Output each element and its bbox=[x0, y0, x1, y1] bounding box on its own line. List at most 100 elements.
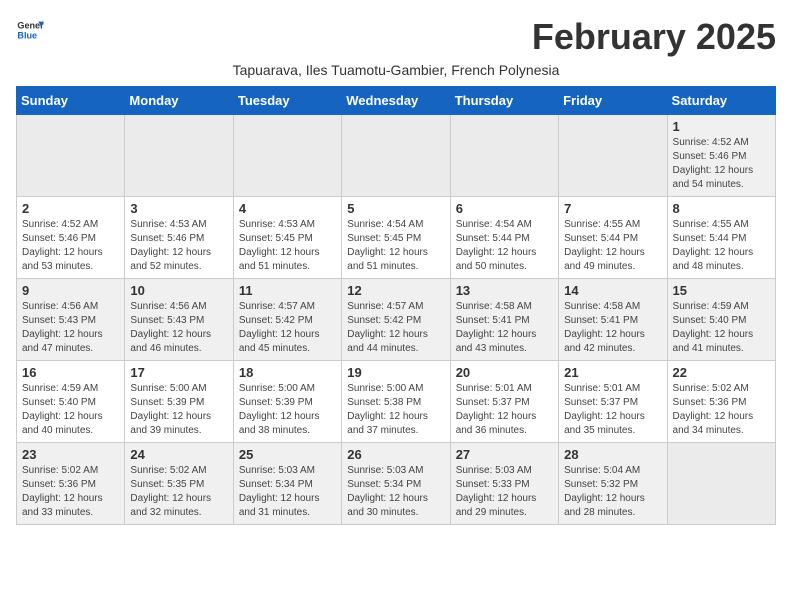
calendar-cell bbox=[17, 115, 125, 197]
calendar-cell: 16Sunrise: 4:59 AMSunset: 5:40 PMDayligh… bbox=[17, 361, 125, 443]
day-number: 6 bbox=[456, 201, 553, 216]
day-info: Sunrise: 4:52 AMSunset: 5:46 PMDaylight:… bbox=[22, 218, 119, 274]
calendar-cell: 3 Sunrise: 4:53 AMSunset: 5:46 PMDaylight… bbox=[125, 197, 233, 279]
calendar-cell: 25 Sunrise: 5:03 AMSunset: 5:34 PMDayligh… bbox=[233, 443, 341, 525]
day-info: Sunrise: 4:53 AMSunset: 5:45 PMDaylight:… bbox=[239, 218, 336, 274]
day-number: 16 bbox=[22, 365, 119, 380]
calendar-cell bbox=[125, 115, 233, 197]
day-number: 27 bbox=[456, 447, 553, 462]
day-info: Sunrise: 5:02 AMSunset: 5:36 PMDaylight:… bbox=[673, 382, 770, 438]
calendar-cell: 20 Sunrise: 5:01 AMSunset: 5:37 PMDayligh… bbox=[450, 361, 558, 443]
calendar-cell: 26 Sunrise: 5:03 AMSunset: 5:34 PMDayligh… bbox=[342, 443, 450, 525]
calendar-cell: 22 Sunrise: 5:02 AMSunset: 5:36 PMDayligh… bbox=[667, 361, 775, 443]
day-info: Sunrise: 5:02 AMSunset: 5:36 PMDaylight:… bbox=[22, 464, 119, 520]
day-info: Sunrise: 4:58 AMSunset: 5:41 PMDaylight:… bbox=[564, 300, 661, 356]
calendar-cell: 1 Sunrise: 4:52 AMSunset: 5:46 PMDaylight… bbox=[667, 115, 775, 197]
calendar-cell: 24 Sunrise: 5:02 AMSunset: 5:35 PMDayligh… bbox=[125, 443, 233, 525]
day-number: 20 bbox=[456, 365, 553, 380]
day-number: 15 bbox=[673, 283, 770, 298]
col-sunday: Sunday bbox=[17, 87, 125, 115]
day-number: 22 bbox=[673, 365, 770, 380]
month-title: February 2025 bbox=[532, 16, 776, 58]
calendar-cell: 10 Sunrise: 4:56 AMSunset: 5:43 PMDayligh… bbox=[125, 279, 233, 361]
calendar-cell bbox=[342, 115, 450, 197]
col-monday: Monday bbox=[125, 87, 233, 115]
col-friday: Friday bbox=[559, 87, 667, 115]
calendar-cell: 12 Sunrise: 4:57 AMSunset: 5:42 PMDayligh… bbox=[342, 279, 450, 361]
day-info: Sunrise: 4:58 AMSunset: 5:41 PMDaylight:… bbox=[456, 300, 553, 356]
day-number: 2 bbox=[22, 201, 119, 216]
calendar-cell: 7 Sunrise: 4:55 AMSunset: 5:44 PMDaylight… bbox=[559, 197, 667, 279]
day-info: Sunrise: 4:54 AMSunset: 5:45 PMDaylight:… bbox=[347, 218, 444, 274]
day-number: 17 bbox=[130, 365, 227, 380]
day-number: 4 bbox=[239, 201, 336, 216]
day-number: 12 bbox=[347, 283, 444, 298]
day-info: Sunrise: 4:55 AMSunset: 5:44 PMDaylight:… bbox=[673, 218, 770, 274]
calendar: Sunday Monday Tuesday Wednesday Thursday… bbox=[16, 86, 776, 525]
day-info: Sunrise: 5:00 AMSunset: 5:38 PMDaylight:… bbox=[347, 382, 444, 438]
day-info: Sunrise: 5:03 AMSunset: 5:34 PMDaylight:… bbox=[239, 464, 336, 520]
calendar-week-row: 9 Sunrise: 4:56 AMSunset: 5:43 PMDaylight… bbox=[17, 279, 776, 361]
subtitle: Tapuarava, Iles Tuamotu-Gambier, French … bbox=[16, 62, 776, 78]
calendar-cell: 21 Sunrise: 5:01 AMSunset: 5:37 PMDayligh… bbox=[559, 361, 667, 443]
svg-text:Blue: Blue bbox=[17, 30, 37, 40]
day-number: 9 bbox=[22, 283, 119, 298]
day-number: 13 bbox=[456, 283, 553, 298]
day-number: 3 bbox=[130, 201, 227, 216]
calendar-cell bbox=[450, 115, 558, 197]
calendar-cell: 4 Sunrise: 4:53 AMSunset: 5:45 PMDaylight… bbox=[233, 197, 341, 279]
col-saturday: Saturday bbox=[667, 87, 775, 115]
calendar-cell: 18Sunrise: 5:00 AMSunset: 5:39 PMDayligh… bbox=[233, 361, 341, 443]
header: General Blue February 2025 bbox=[16, 16, 776, 58]
calendar-cell: 15 Sunrise: 4:59 AMSunset: 5:40 PMDayligh… bbox=[667, 279, 775, 361]
day-info: Sunrise: 4:53 AMSunset: 5:46 PMDaylight:… bbox=[130, 218, 227, 274]
calendar-week-row: 23Sunrise: 5:02 AMSunset: 5:36 PMDayligh… bbox=[17, 443, 776, 525]
day-info: Sunrise: 4:54 AMSunset: 5:44 PMDaylight:… bbox=[456, 218, 553, 274]
day-info: Sunrise: 5:01 AMSunset: 5:37 PMDaylight:… bbox=[456, 382, 553, 438]
calendar-cell bbox=[559, 115, 667, 197]
calendar-cell: 6 Sunrise: 4:54 AMSunset: 5:44 PMDaylight… bbox=[450, 197, 558, 279]
weekday-header-row: Sunday Monday Tuesday Wednesday Thursday… bbox=[17, 87, 776, 115]
calendar-cell: 2 Sunrise: 4:52 AMSunset: 5:46 PMDaylight… bbox=[17, 197, 125, 279]
day-info: Sunrise: 4:57 AMSunset: 5:42 PMDaylight:… bbox=[347, 300, 444, 356]
day-number: 7 bbox=[564, 201, 661, 216]
calendar-cell bbox=[233, 115, 341, 197]
calendar-cell: 5Sunrise: 4:54 AMSunset: 5:45 PMDaylight… bbox=[342, 197, 450, 279]
day-number: 26 bbox=[347, 447, 444, 462]
day-info: Sunrise: 5:03 AMSunset: 5:34 PMDaylight:… bbox=[347, 464, 444, 520]
logo: General Blue bbox=[16, 16, 44, 44]
col-wednesday: Wednesday bbox=[342, 87, 450, 115]
calendar-cell: 17 Sunrise: 5:00 AMSunset: 5:39 PMDayligh… bbox=[125, 361, 233, 443]
day-info: Sunrise: 5:01 AMSunset: 5:37 PMDaylight:… bbox=[564, 382, 661, 438]
day-info: Sunrise: 4:52 AMSunset: 5:46 PMDaylight:… bbox=[673, 136, 770, 192]
calendar-cell: 8 Sunrise: 4:55 AMSunset: 5:44 PMDaylight… bbox=[667, 197, 775, 279]
day-info: Sunrise: 5:02 AMSunset: 5:35 PMDaylight:… bbox=[130, 464, 227, 520]
calendar-cell: 23Sunrise: 5:02 AMSunset: 5:36 PMDayligh… bbox=[17, 443, 125, 525]
day-info: Sunrise: 5:03 AMSunset: 5:33 PMDaylight:… bbox=[456, 464, 553, 520]
calendar-cell: 9Sunrise: 4:56 AMSunset: 5:43 PMDaylight… bbox=[17, 279, 125, 361]
calendar-week-row: 1 Sunrise: 4:52 AMSunset: 5:46 PMDaylight… bbox=[17, 115, 776, 197]
calendar-cell: 19 Sunrise: 5:00 AMSunset: 5:38 PMDayligh… bbox=[342, 361, 450, 443]
col-thursday: Thursday bbox=[450, 87, 558, 115]
calendar-cell: 13 Sunrise: 4:58 AMSunset: 5:41 PMDayligh… bbox=[450, 279, 558, 361]
day-number: 8 bbox=[673, 201, 770, 216]
day-number: 21 bbox=[564, 365, 661, 380]
logo-icon: General Blue bbox=[16, 16, 44, 44]
day-number: 14 bbox=[564, 283, 661, 298]
day-number: 19 bbox=[347, 365, 444, 380]
calendar-cell bbox=[667, 443, 775, 525]
calendar-week-row: 2 Sunrise: 4:52 AMSunset: 5:46 PMDaylight… bbox=[17, 197, 776, 279]
day-info: Sunrise: 4:55 AMSunset: 5:44 PMDaylight:… bbox=[564, 218, 661, 274]
calendar-week-row: 16Sunrise: 4:59 AMSunset: 5:40 PMDayligh… bbox=[17, 361, 776, 443]
day-info: Sunrise: 4:59 AMSunset: 5:40 PMDaylight:… bbox=[673, 300, 770, 356]
day-number: 11 bbox=[239, 283, 336, 298]
day-info: Sunrise: 5:00 AMSunset: 5:39 PMDaylight:… bbox=[130, 382, 227, 438]
day-info: Sunrise: 4:56 AMSunset: 5:43 PMDaylight:… bbox=[130, 300, 227, 356]
calendar-cell: 28Sunrise: 5:04 AMSunset: 5:32 PMDayligh… bbox=[559, 443, 667, 525]
calendar-cell: 11 Sunrise: 4:57 AMSunset: 5:42 PMDayligh… bbox=[233, 279, 341, 361]
day-info: Sunrise: 4:57 AMSunset: 5:42 PMDaylight:… bbox=[239, 300, 336, 356]
day-number: 25 bbox=[239, 447, 336, 462]
day-number: 1 bbox=[673, 119, 770, 134]
day-number: 24 bbox=[130, 447, 227, 462]
day-number: 10 bbox=[130, 283, 227, 298]
